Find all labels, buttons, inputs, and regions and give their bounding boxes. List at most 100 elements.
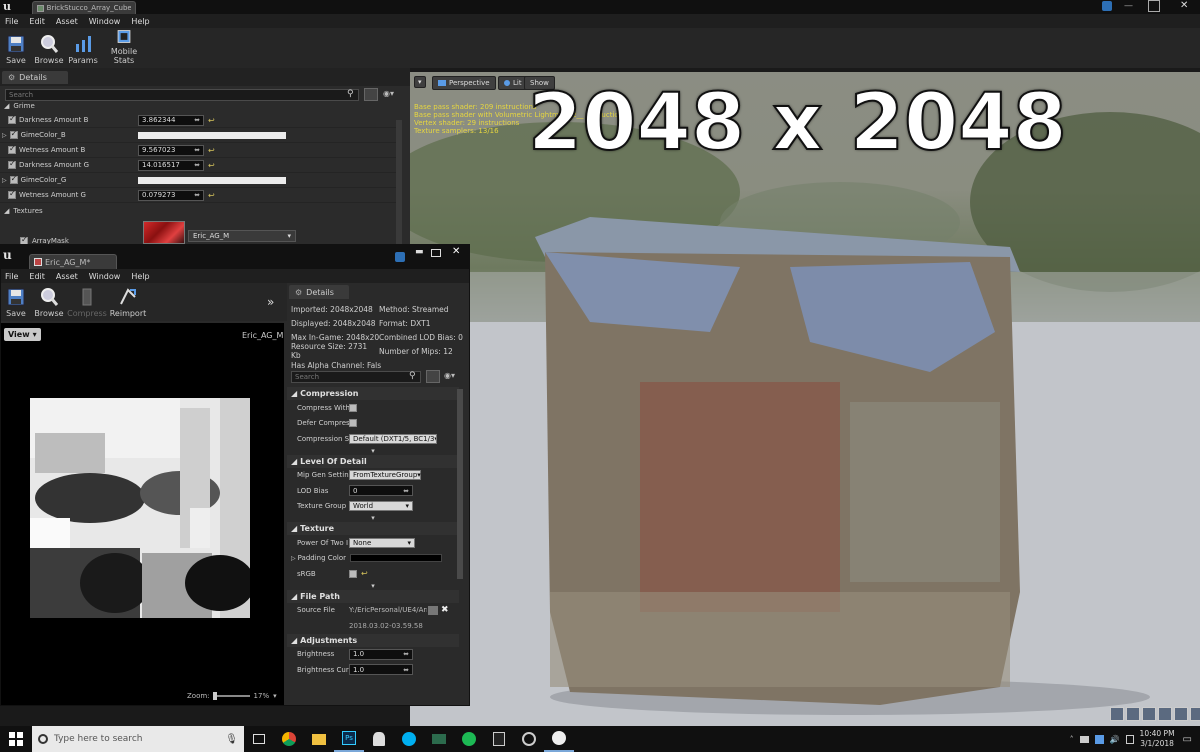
start-button[interactable] [0,726,32,752]
menu-window[interactable]: Window [89,272,121,281]
chrome-app[interactable] [274,726,304,752]
zoom-slider-handle[interactable] [212,692,217,700]
save-button[interactable]: Save [1,283,31,321]
expand-arrow-icon[interactable]: ▷ [2,177,7,184]
texture-search-input[interactable]: Search [291,371,421,383]
menu-window[interactable]: Window [89,17,121,26]
texture-details-tab[interactable]: ⚙ Details [289,285,349,299]
zoom-slider[interactable] [212,692,250,700]
brightness-curve-input[interactable]: 1.0 ⬌ [349,664,413,676]
app-person[interactable] [364,726,394,752]
volume-icon[interactable]: 🔊 [1110,735,1120,744]
material-preview-viewport[interactable]: ▾ Perspective Lit Show Base pass shader:… [410,72,1200,726]
maximize-button[interactable] [1148,0,1160,12]
chevron-up-icon[interactable]: ˄ [1070,735,1074,744]
power-of-two-dropdown[interactable]: None ▾ [349,537,415,548]
source-control-icon[interactable] [1102,1,1112,11]
eye-visibility-icon[interactable]: ◉▾ [444,371,455,380]
group-grime-header[interactable]: ◢ Grime [4,102,35,110]
group-textures-header[interactable]: ◢ Textures [4,207,43,215]
expand-arrow-icon[interactable]: ▷ [2,132,7,139]
menu-edit[interactable]: Edit [29,17,45,26]
compress-button[interactable]: Compress [67,283,107,321]
compress-without-alpha-checkbox[interactable] [349,403,357,412]
maximize-button[interactable] [431,249,441,257]
texture-preview-area[interactable]: View ▾ Eric_AG_M Zoom: 17% ▾ [1,323,284,705]
menu-help[interactable]: Help [131,272,149,281]
eye-visibility-icon[interactable]: ◉▾ [383,89,394,98]
close-button[interactable]: ✕ [452,246,460,257]
chevron-right-icon[interactable]: » [267,295,274,309]
menu-edit[interactable]: Edit [29,272,45,281]
teapot-icon[interactable] [1174,707,1188,721]
app-generic[interactable] [424,726,454,752]
params-button[interactable]: Params [66,28,100,68]
reimport-button[interactable]: Reimport [107,283,149,321]
plane-icon[interactable] [1142,707,1156,721]
reset-to-default-icon[interactable]: ↩ [208,116,215,125]
param-override-checkbox[interactable] [8,159,16,169]
property-matrix-icon[interactable] [426,370,440,383]
battery-icon[interactable] [1125,734,1134,744]
photoshop-app[interactable]: Ps [334,726,364,752]
skype-app[interactable] [394,726,424,752]
perspective-button[interactable]: Perspective [432,76,496,90]
param-override-checkbox[interactable] [9,174,18,184]
file-explorer-app[interactable] [304,726,334,752]
asset-tab[interactable]: BrickStucco_Array_Cube_I [32,1,136,14]
close-button[interactable]: ✕ [1180,0,1188,11]
steam-app[interactable] [514,726,544,752]
defer-compression-checkbox[interactable] [349,419,357,428]
microphone-icon[interactable]: 🎙 [225,734,238,745]
notification-icon[interactable]: ▭ [1183,734,1192,745]
unreal-editor-app[interactable] [544,726,574,752]
menu-help[interactable]: Help [131,17,149,26]
param-value-input[interactable]: 3.862344 ⬌ [138,114,204,126]
param-color-swatch[interactable] [138,131,286,139]
browse-file-icon[interactable] [428,605,438,615]
taskbar-search-box[interactable]: Type here to search 🎙 [32,726,244,752]
sphere-icon[interactable] [1126,707,1140,721]
file-path-section-header[interactable]: ◢ File Path [287,589,459,603]
texture-section-header[interactable]: ◢ Texture [287,522,459,535]
dropbox-icon[interactable] [1094,734,1104,744]
mip-gen-dropdown[interactable]: FromTextureGroup ▾ [349,470,421,481]
menu-file[interactable]: File [5,17,18,26]
lod-bias-input[interactable]: 0 ⬌ [349,485,413,497]
task-view-button[interactable] [244,726,274,752]
view-dropdown[interactable]: View ▾ [4,328,41,341]
param-value-input[interactable]: 14.016517 ⬌ [138,159,204,171]
param-override-checkbox[interactable] [9,129,18,139]
texture-group-dropdown[interactable]: World ▾ [349,501,413,512]
srgb-checkbox[interactable] [349,569,357,578]
expand-advanced-icon[interactable]: ▾ [287,447,459,455]
network-icon[interactable] [1079,735,1089,743]
minimize-button[interactable]: — [1124,1,1133,11]
expand-advanced-icon[interactable]: ▾ [287,514,459,522]
param-override-checkbox[interactable] [8,114,16,124]
texture-tab[interactable]: Eric_AG_M* [29,254,117,269]
reset-to-default-icon[interactable]: ↩ [208,191,215,200]
menu-asset[interactable]: Asset [56,272,78,281]
details-scrollbar[interactable] [457,389,463,579]
expand-advanced-icon[interactable]: ▾ [287,582,459,590]
browse-button[interactable]: Browse [31,283,67,321]
lod-section-header[interactable]: ◢ Level Of Detail [287,454,459,468]
save-button[interactable]: Save [0,28,32,68]
expand-arrow-icon[interactable]: ▷ [291,555,296,562]
viewport-options-button[interactable]: ▾ [414,76,426,88]
param-color-swatch[interactable] [138,176,286,184]
source-control-icon[interactable] [395,252,405,262]
details-scrollbar[interactable] [396,120,402,244]
array-mask-asset-dropdown[interactable]: Eric_AG_M ▾ [188,230,296,242]
browse-button[interactable]: Browse [32,28,66,68]
compression-settings-dropdown[interactable]: Default (DXT1/5, BC1/3 ▾ [349,433,437,444]
reset-to-default-icon[interactable]: ↩ [361,569,368,578]
param-value-input[interactable]: 0.079273 ⬌ [138,189,204,201]
menu-file[interactable]: File [5,272,18,281]
reset-to-default-icon[interactable]: ↩ [208,146,215,155]
brightness-input[interactable]: 1.0 ⬌ [349,648,413,660]
material-search-input[interactable]: Search [5,89,359,101]
details-tab[interactable]: ⚙ Details [2,71,68,84]
minimize-button[interactable]: ▬ [415,247,424,257]
